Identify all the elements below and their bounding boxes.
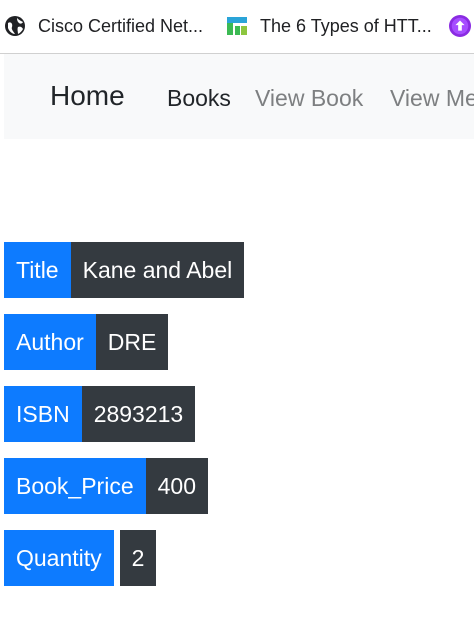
field-value-author: DRE	[95, 314, 169, 370]
globe-icon	[4, 15, 26, 37]
bookmark-upload[interactable]	[449, 0, 474, 52]
navbar-brand-home[interactable]: Home	[50, 80, 125, 112]
bookmark-cisco[interactable]: Cisco Certified Net...	[4, 0, 203, 52]
nav-link-view-book[interactable]: View Book	[255, 85, 363, 112]
bookmark-label: The 6 Types of HTT...	[260, 15, 432, 36]
site-favicon-icon	[226, 15, 248, 37]
field-value-isbn: 2893213	[81, 386, 196, 442]
field-value-book-price: 400	[145, 458, 208, 514]
navbar: Home Books View Book View Me	[4, 54, 474, 139]
field-label-isbn: ISBN	[4, 386, 82, 442]
field-label-title: Title	[4, 242, 71, 298]
bookmark-http-types[interactable]: The 6 Types of HTT...	[226, 0, 432, 52]
field-value-title: Kane and Abel	[70, 242, 245, 298]
nav-link-view-me[interactable]: View Me	[390, 85, 474, 112]
field-row-quantity: Quantity 2	[4, 530, 157, 586]
field-label-author: Author	[4, 314, 96, 370]
field-row-author: Author DRE	[4, 314, 169, 370]
field-label-book-price: Book_Price	[4, 458, 146, 514]
field-label-quantity: Quantity	[4, 530, 114, 586]
bookmark-label: Cisco Certified Net...	[38, 15, 204, 36]
bookmarks-bar: Cisco Certified Net... The 6 Types of HT…	[0, 0, 474, 54]
field-row-isbn: ISBN 2893213	[4, 386, 196, 442]
purple-upload-icon	[449, 15, 471, 37]
field-value-quantity: 2	[119, 530, 157, 586]
field-row-book-price: Book_Price 400	[4, 458, 208, 514]
field-row-title: Title Kane and Abel	[4, 242, 245, 298]
nav-link-books[interactable]: Books	[167, 85, 231, 112]
